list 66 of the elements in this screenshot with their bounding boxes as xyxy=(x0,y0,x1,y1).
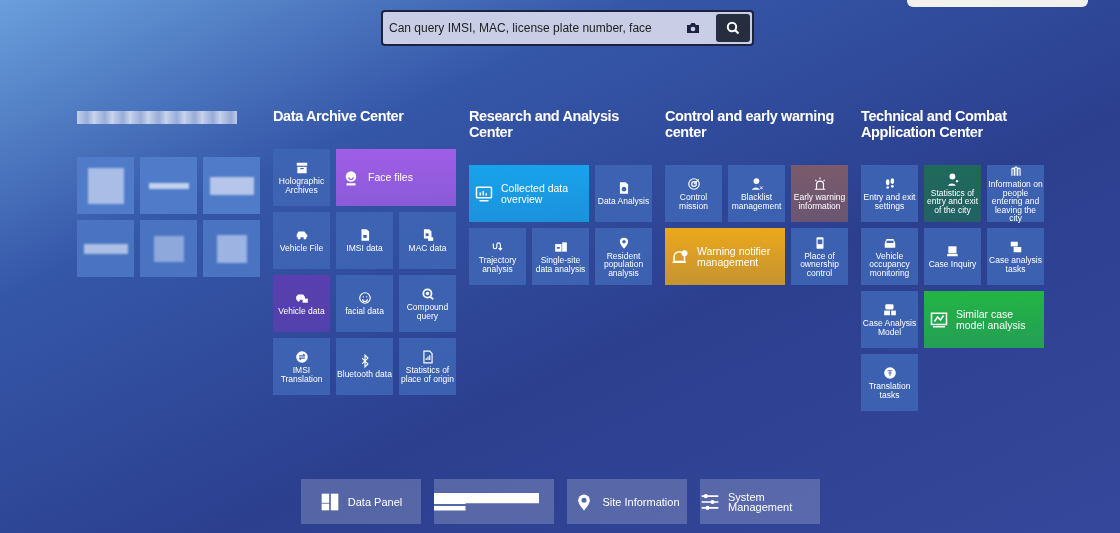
menu-tile[interactable]: Entry and exit settings xyxy=(861,165,918,222)
search-bar[interactable]: Can query IMSI, MAC, license plate number, face xyxy=(381,10,754,46)
menu-tile[interactable]: Blacklist management xyxy=(728,165,785,222)
target-icon xyxy=(686,177,701,191)
redacted-tile[interactable] xyxy=(77,157,134,214)
monitor-icon xyxy=(475,184,493,203)
menu-tile[interactable]: Trajectory analysis xyxy=(469,228,526,285)
menu-tile[interactable]: Similar case model analysis xyxy=(924,291,1044,348)
menu-tile[interactable]: Data Analysis xyxy=(595,165,652,222)
menu-tile[interactable]: Statistics of entry and exit of the city xyxy=(924,165,981,222)
search-button[interactable] xyxy=(716,14,750,42)
section-heading: Data Archive Center xyxy=(273,108,405,124)
siren-icon xyxy=(812,177,827,191)
bell-icon xyxy=(671,247,689,266)
redacted-tile[interactable] xyxy=(203,157,260,214)
grid-layout-icon xyxy=(319,491,340,512)
menu-tile[interactable]: IMSI data xyxy=(336,212,393,269)
section-heading: Technical and Combat Application Center xyxy=(861,108,1008,140)
bar-chart-icon xyxy=(420,350,435,364)
documents-icon xyxy=(553,240,568,254)
menu-tile[interactable]: Information on people entering and leaving the city xyxy=(987,165,1044,222)
person-icon xyxy=(945,172,960,187)
redacted-button[interactable] xyxy=(434,479,554,524)
trend-chart-icon xyxy=(930,310,948,329)
redacted-tile[interactable] xyxy=(77,220,134,277)
menu-tile[interactable]: Collected data overview xyxy=(469,165,589,222)
menu-tile[interactable]: Vehicle File xyxy=(273,212,330,269)
route-icon xyxy=(490,240,505,254)
menu-tile[interactable]: Case Inquiry xyxy=(924,228,981,285)
menu-tile[interactable]: Vehicle occupancy monitoring xyxy=(861,228,918,285)
sliders-icon xyxy=(700,491,720,512)
menu-tile[interactable]: Face files xyxy=(336,149,456,206)
menu-tile[interactable]: IMSI Translation xyxy=(273,338,330,395)
camera-icon[interactable] xyxy=(686,22,700,34)
menu-tile[interactable]: facial data xyxy=(336,275,393,332)
swap-icon xyxy=(294,350,309,364)
smiley-icon xyxy=(357,291,372,306)
redacted-tile[interactable] xyxy=(140,220,197,277)
stacked-pages-icon xyxy=(882,303,897,317)
person-x-icon xyxy=(749,177,764,191)
section-heading: Control and early warning center xyxy=(665,108,835,140)
search-field[interactable]: Can query IMSI, MAC, license plate number, face xyxy=(389,19,686,37)
menu-tile[interactable]: Statistics of place of origin xyxy=(399,338,456,395)
menu-tile[interactable]: Control mission xyxy=(665,165,722,222)
menu-tile[interactable]: Resident population analysis xyxy=(595,228,652,285)
translate-icon xyxy=(882,366,897,380)
archive-box-icon xyxy=(294,161,309,175)
section-heading: Research and Analysis Center xyxy=(469,108,620,140)
menu-tile[interactable]: Bluetooth data xyxy=(336,338,393,395)
menu-tile[interactable]: Case Analysis Model xyxy=(861,291,918,348)
redacted-tile[interactable] xyxy=(140,157,197,214)
search-icon xyxy=(726,21,740,35)
menu-tile[interactable]: Vehicle data xyxy=(273,275,330,332)
menu-tile[interactable]: MAC data xyxy=(399,212,456,269)
stacked-pages-icon xyxy=(1008,240,1023,254)
nav-button[interactable]: Data Panel xyxy=(301,479,421,524)
redacted-tile[interactable] xyxy=(203,220,260,277)
menu-tile[interactable]: Holographic Archives xyxy=(273,149,330,206)
nav-button[interactable]: System Management xyxy=(700,479,820,524)
menu-tile[interactable]: Case analysis tasks xyxy=(987,228,1044,285)
nav-button[interactable]: Site Information xyxy=(567,479,687,524)
menu-tile[interactable]: Translation tasks xyxy=(861,354,918,411)
menu-tile[interactable]: Place of ownership control xyxy=(791,228,848,285)
menu-tile[interactable]: Early warning information xyxy=(791,165,848,222)
menu-tile[interactable]: Single-site data analysis xyxy=(532,228,589,285)
menu-tile[interactable]: Compound query xyxy=(399,275,456,332)
